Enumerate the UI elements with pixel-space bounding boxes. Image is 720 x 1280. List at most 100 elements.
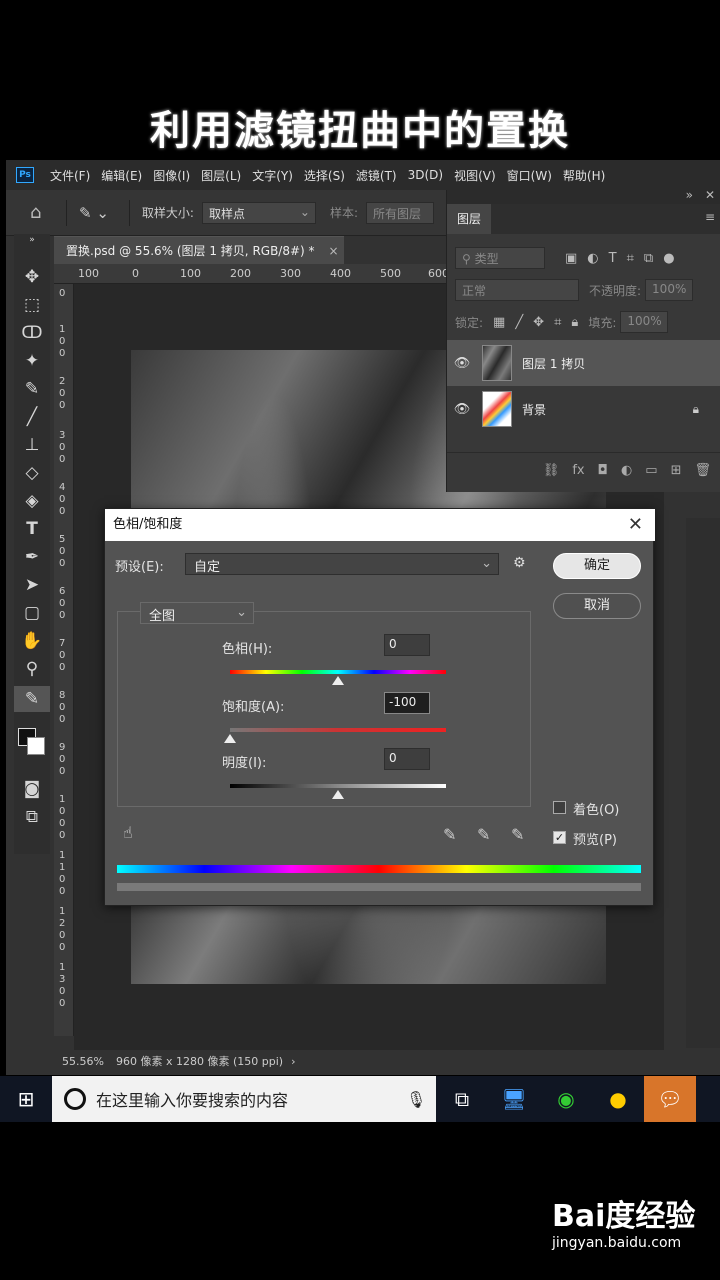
brush-tool-icon[interactable]: ╱	[14, 404, 50, 430]
fx-icon[interactable]: fx	[572, 463, 584, 478]
menu-view[interactable]: 视图(V)	[454, 167, 496, 184]
lock-artboard-icon[interactable]: ⌗	[554, 315, 561, 330]
stamp-tool-icon[interactable]: ⊥	[14, 432, 50, 458]
lasso-tool-icon[interactable]: ↀ	[14, 320, 50, 346]
menu-file[interactable]: 文件(F)	[50, 167, 90, 184]
filter-shape-icon[interactable]: ⌗	[627, 251, 634, 266]
link-layers-icon[interactable]: ⛓︎	[543, 463, 560, 478]
zoom-tool-icon[interactable]: ⚲	[14, 656, 50, 682]
wechat-app-icon[interactable]: 💬︎	[644, 1076, 696, 1122]
menu-3d[interactable]: 3D(D)	[408, 168, 443, 182]
eyedropper-tool-icon[interactable]: ✎	[14, 686, 50, 712]
hue-slider-thumb[interactable]	[332, 676, 344, 685]
lightness-input[interactable]: 0	[384, 748, 430, 770]
menu-type[interactable]: 文字(Y)	[252, 167, 293, 184]
eraser-tool-icon[interactable]: ◇	[14, 460, 50, 486]
lock-all-icon[interactable]: 🔒︎	[571, 315, 578, 330]
filter-toggle-icon[interactable]: ●	[663, 251, 674, 266]
close-tab-icon[interactable]: ×	[329, 244, 339, 258]
menu-window[interactable]: 窗口(W)	[507, 167, 552, 184]
microphone-icon[interactable]: 🎙︎	[406, 1090, 436, 1109]
layer-row[interactable]: 👁︎ 图层 1 拷贝	[447, 340, 720, 386]
menu-filter[interactable]: 滤镜(T)	[356, 167, 397, 184]
filter-smart-object-icon[interactable]: ⧉	[644, 251, 653, 266]
menu-help[interactable]: 帮助(H)	[563, 167, 605, 184]
add-mask-icon[interactable]: ◘	[598, 463, 608, 478]
preset-select[interactable]: 自定 ⌄	[185, 553, 499, 575]
move-tool-icon[interactable]: ✥	[14, 264, 50, 290]
blend-mode-select[interactable]: 正常	[455, 279, 579, 301]
lock-paint-icon[interactable]: ╱	[515, 315, 523, 330]
layer-row[interactable]: 👁︎ 背景 🔒︎	[447, 386, 720, 432]
computer-app-icon[interactable]: 🖥︎	[488, 1076, 540, 1122]
color-swatches[interactable]	[14, 718, 50, 768]
zoom-level[interactable]: 55.56%	[62, 1055, 116, 1068]
home-icon[interactable]: ⌂	[30, 202, 54, 223]
collapse-panel-icon[interactable]: »	[686, 188, 693, 202]
colorize-checkbox[interactable]	[553, 801, 566, 814]
saturation-input[interactable]: -100	[384, 692, 430, 714]
visibility-eye-icon[interactable]: 👁︎	[447, 356, 477, 371]
quick-mask-icon[interactable]: ◙	[14, 776, 50, 802]
cancel-button[interactable]: 取消	[553, 593, 641, 619]
menu-edit[interactable]: 编辑(E)	[101, 167, 142, 184]
crop-eyedropper-icon[interactable]: ✎	[14, 376, 50, 402]
filter-type-icon[interactable]: T	[609, 251, 617, 266]
eyedropper-tool-icon[interactable]: ✎ ⌄	[79, 204, 109, 222]
menu-select[interactable]: 选择(S)	[304, 167, 345, 184]
close-panel-icon[interactable]: ✕	[705, 188, 715, 202]
browser-app-icon[interactable]: ◉	[540, 1076, 592, 1122]
pen-tool-icon[interactable]: ✒	[14, 544, 50, 570]
paint-bucket-tool-icon[interactable]: ◈	[14, 488, 50, 514]
preview-checkbox[interactable]: ✓	[553, 831, 566, 844]
fill-input[interactable]: 100%	[620, 311, 669, 333]
new-group-icon[interactable]: ▭	[645, 463, 657, 478]
targeted-adjust-hand-icon[interactable]: ☝︎	[123, 823, 133, 842]
saturation-slider-thumb[interactable]	[224, 734, 236, 743]
menu-layer[interactable]: 图层(L)	[201, 167, 241, 184]
collapse-icon[interactable]: »	[14, 234, 50, 246]
new-layer-icon[interactable]: ⊞	[671, 463, 682, 478]
lightness-slider-thumb[interactable]	[332, 790, 344, 799]
panel-menu-icon[interactable]: ≡	[705, 210, 715, 224]
channel-select[interactable]: 全图 ⌄	[140, 602, 254, 624]
eyedropper-icon[interactable]: ✎	[443, 825, 456, 844]
media-app-icon[interactable]: ●	[592, 1076, 644, 1122]
windows-start-icon[interactable]: ⊞	[0, 1087, 52, 1111]
saturation-slider-track[interactable]	[230, 728, 446, 732]
sample-size-select[interactable]: 取样点 ⌄	[201, 201, 316, 224]
new-adjustment-icon[interactable]: ◐	[621, 463, 632, 478]
lock-pixels-icon[interactable]: ▦	[493, 315, 505, 330]
filter-adjustment-icon[interactable]: ◐	[587, 251, 598, 266]
menu-image[interactable]: 图像(I)	[153, 167, 190, 184]
gear-icon[interactable]: ⚙︎	[513, 555, 526, 571]
lightness-slider-track[interactable]	[230, 784, 446, 788]
status-more-icon[interactable]: ›	[291, 1055, 295, 1068]
opacity-input[interactable]: 100%	[645, 279, 694, 301]
path-select-tool-icon[interactable]: ➤	[14, 572, 50, 598]
shape-tool-icon[interactable]: ▢	[14, 600, 50, 626]
filter-pixel-icon[interactable]: ▣	[565, 251, 577, 266]
lock-position-icon[interactable]: ✥	[533, 315, 544, 330]
ok-button[interactable]: 确定	[553, 553, 641, 579]
hue-slider-track[interactable]	[230, 670, 446, 674]
eyedropper-minus-icon[interactable]: ✎	[511, 825, 524, 844]
type-tool-icon[interactable]: T	[14, 516, 50, 542]
layer-filter-select[interactable]: ⚲ 类型	[455, 247, 545, 269]
sample-select[interactable]: 所有图层	[366, 201, 434, 224]
hue-input[interactable]: 0	[384, 634, 430, 656]
screen-mode-icon[interactable]: ⧉	[14, 804, 50, 830]
taskbar-search-box[interactable]: 在这里输入你要搜索的内容 🎙︎	[52, 1076, 436, 1122]
hand-tool-icon[interactable]: ✋	[14, 628, 50, 654]
dialog-title: 色相/饱和度	[113, 517, 183, 532]
delete-layer-icon[interactable]: 🗑︎	[694, 463, 711, 478]
task-view-icon[interactable]: ⧉	[436, 1076, 488, 1122]
marquee-tool-icon[interactable]: ⬚	[14, 292, 50, 318]
visibility-eye-icon[interactable]: 👁︎	[447, 402, 477, 417]
document-tab[interactable]: 置换.psd @ 55.6% (图层 1 拷贝, RGB/8#) * ×	[54, 236, 344, 264]
magic-wand-tool-icon[interactable]: ✦	[14, 348, 50, 374]
close-icon[interactable]: ✕	[628, 509, 643, 541]
eyedropper-plus-icon[interactable]: ✎	[477, 825, 490, 844]
cortana-icon[interactable]	[64, 1088, 86, 1110]
tab-layers[interactable]: 图层	[447, 204, 491, 234]
